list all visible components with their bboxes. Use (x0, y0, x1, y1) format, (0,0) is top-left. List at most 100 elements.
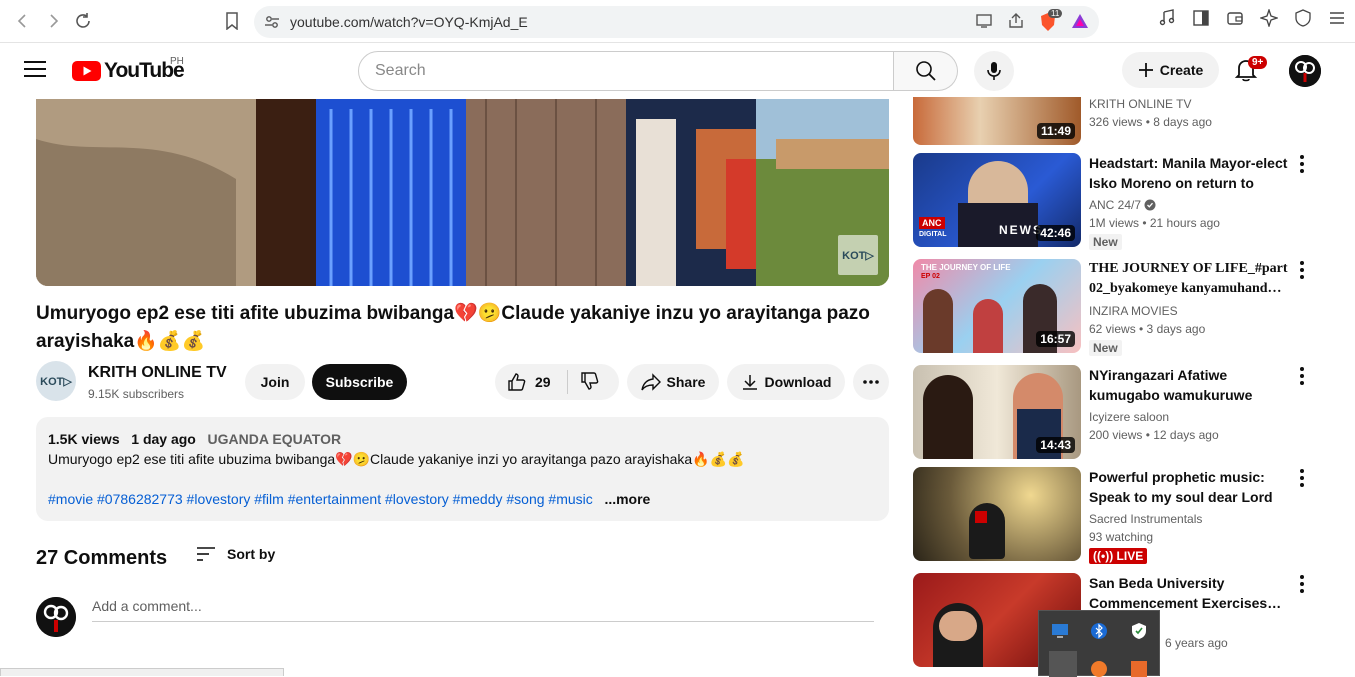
browser-status-bar (0, 668, 284, 676)
sidebar-icon[interactable] (1189, 6, 1213, 30)
region-code: PH (170, 56, 184, 67)
rec-meta: 200 views • 12 days ago (1089, 428, 1219, 442)
create-button[interactable]: Create (1122, 52, 1219, 88)
rec-channel[interactable]: KRITH ONLINE TV (1089, 97, 1191, 111)
action-menu-icon[interactable] (1296, 261, 1308, 279)
comments-count: 27 Comments (36, 547, 168, 569)
notification-count-badge: 9+ (1248, 56, 1268, 69)
download-icon (742, 375, 757, 390)
more-horizontal-icon (863, 380, 879, 384)
rec-channel[interactable]: Icyizere saloon (1089, 410, 1169, 424)
leo-ai-icon[interactable] (1257, 6, 1281, 30)
back-icon[interactable] (8, 6, 38, 36)
rewards-icon[interactable] (1071, 12, 1089, 35)
share-button[interactable]: Share (627, 364, 719, 400)
rec-title[interactable]: Headstart: Manila Mayor-elect Isko Moren… (1089, 153, 1294, 193)
share-label: Share (666, 374, 706, 390)
action-menu-icon[interactable] (1296, 367, 1308, 385)
video-player[interactable]: KOT▷ (36, 99, 889, 286)
recommendation-item[interactable]: Powerful prophetic music: Speak to my so… (913, 467, 1333, 564)
rec-title[interactable]: Powerful prophetic music: Speak to my so… (1089, 467, 1294, 507)
bluetooth-icon[interactable] (1091, 622, 1107, 645)
display-icon[interactable] (1051, 623, 1069, 644)
recommendation-item[interactable]: ANC DIGITAL NEWS 42:46 Headstart: Manila… (913, 153, 1333, 250)
wallet-icon[interactable] (1223, 6, 1247, 30)
bookmark-icon[interactable] (220, 9, 244, 33)
recommendation-item[interactable]: 14:43 NYirangazari Afatiwe kumugabo wamu… (913, 365, 1333, 461)
rec-meta: 62 views • 3 days ago (1089, 322, 1206, 336)
brave-shield-icon[interactable]: 11 (1039, 9, 1063, 35)
app-feather-icon[interactable] (1049, 651, 1077, 677)
vpn-icon[interactable] (1291, 6, 1315, 30)
duration-badge: 16:57 (1036, 331, 1075, 347)
rec-channel[interactable]: ANC 24/7 (1089, 198, 1156, 212)
like-button[interactable]: 29 (507, 372, 551, 392)
sort-label: Sort by (227, 546, 276, 562)
voice-search-button[interactable] (974, 51, 1014, 91)
rec-title[interactable]: NYirangazari Afatiwe kumugabo wamukuruwe (1089, 365, 1294, 405)
search-input[interactable]: Search (358, 51, 895, 91)
new-badge: New (1089, 340, 1122, 356)
rec-title[interactable]: THE JOURNEY OF LIFE_#part 02_byakomeye k… (1089, 259, 1294, 299)
hashtag-links[interactable]: #movie #0786282773 #lovestory #film #ent… (48, 491, 593, 507)
microphone-icon (987, 62, 1001, 80)
show-more-button[interactable]: ...more (604, 491, 650, 507)
join-button[interactable]: Join (245, 364, 305, 400)
description-box[interactable]: 1.5K views 1 day ago UGANDA EQUATOR Umur… (36, 417, 889, 521)
download-button[interactable]: Download (727, 364, 845, 400)
sort-button[interactable]: Sort by (195, 546, 275, 562)
add-comment-input[interactable]: Add a comment... (92, 598, 874, 622)
rec-channel[interactable]: Sacred Instrumentals (1089, 512, 1202, 526)
sort-icon (197, 547, 215, 561)
recommendation-item[interactable]: THE JOURNEY OF LIFE EP 02 16:57 THE JOUR… (913, 259, 1333, 356)
more-actions-button[interactable] (853, 364, 889, 400)
subscriber-count: 9.15K subscribers (88, 387, 185, 401)
thumb-title-text: THE JOURNEY OF LIFE (921, 263, 1011, 272)
channel-avatar[interactable]: KOT▷ (36, 361, 76, 401)
duration-badge: 42:46 (1036, 225, 1075, 241)
share-page-icon[interactable] (1007, 12, 1025, 35)
subscribe-button[interactable]: Subscribe (312, 364, 407, 400)
duration-badge: 11:49 (1036, 123, 1075, 139)
action-menu-icon[interactable] (1296, 155, 1308, 173)
search-button[interactable] (894, 51, 958, 91)
youtube-play-icon (72, 61, 101, 81)
app-orange-icon[interactable] (1091, 661, 1107, 677)
site-settings-icon[interactable] (264, 14, 280, 33)
address-bar[interactable]: youtube.com/watch?v=OYQ-KmjAd_E 11 (254, 6, 1099, 38)
video-thumbnail[interactable]: 14:43 (913, 365, 1081, 459)
live-icon: ((•)) (1093, 549, 1114, 563)
channel-label: ANC 24/7 (1089, 198, 1142, 212)
shield-count-badge: 11 (1048, 9, 1063, 18)
app-rocket-icon[interactable] (1131, 661, 1147, 677)
rec-title[interactable]: San Beda University Commencement Exercis… (1089, 573, 1294, 613)
description-text: Umuryogo ep2 ese titi afite ubuzima bwib… (48, 451, 745, 467)
duration-badge: 14:43 (1036, 437, 1075, 453)
media-icon[interactable] (1155, 6, 1179, 30)
browser-menu-icon[interactable] (1325, 6, 1349, 30)
video-thumbnail[interactable]: THE JOURNEY OF LIFE EP 02 16:57 (913, 259, 1081, 353)
security-icon[interactable] (1131, 622, 1147, 645)
youtube-logo[interactable]: YouTube PH (72, 56, 185, 83)
action-menu-icon[interactable] (1296, 469, 1308, 487)
action-menu-icon[interactable] (1296, 575, 1308, 593)
rec-channel[interactable]: INZIRA MOVIES (1089, 304, 1178, 318)
channel-name[interactable]: KRITH ONLINE TV (88, 364, 227, 382)
forward-icon[interactable] (38, 6, 68, 36)
video-thumbnail[interactable]: 11:49 (913, 97, 1081, 145)
thumbs-up-icon (508, 373, 526, 391)
channel-watermark[interactable]: KOT▷ (838, 235, 878, 275)
cast-icon[interactable] (975, 12, 993, 35)
dislike-button[interactable] (580, 371, 600, 394)
account-avatar[interactable] (1289, 55, 1321, 87)
live-badge: ((•)) LIVE (1089, 548, 1148, 564)
rec-meta: 1M views • 21 hours ago (1089, 216, 1220, 230)
location-link[interactable]: UGANDA EQUATOR (208, 431, 342, 447)
guide-menu-icon[interactable] (24, 61, 46, 82)
reload-icon[interactable] (68, 6, 98, 36)
video-thumbnail[interactable] (913, 467, 1081, 561)
user-avatar (36, 597, 76, 637)
recommendation-item[interactable]: 11:49 KRITH ONLINE TV 326 views • 8 days… (913, 97, 1333, 145)
search-bar: Search (358, 51, 958, 91)
video-thumbnail[interactable]: ANC DIGITAL NEWS 42:46 (913, 153, 1081, 247)
